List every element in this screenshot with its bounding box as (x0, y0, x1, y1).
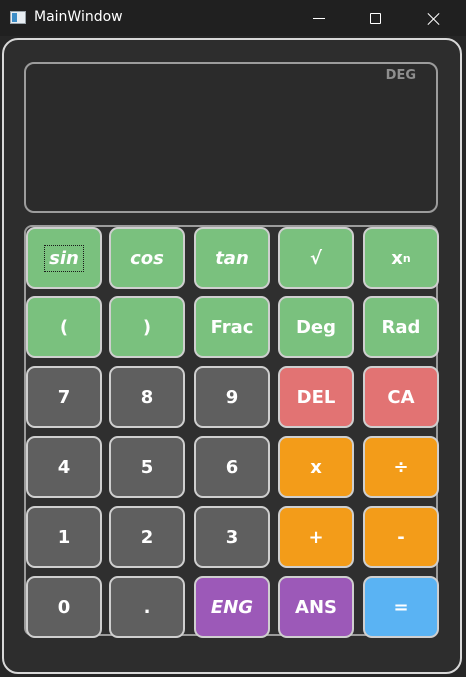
angle-mode-indicator: DEG (385, 68, 416, 83)
title-bar[interactable]: MainWindow (0, 0, 466, 36)
cos-button[interactable]: cos (109, 227, 185, 289)
left-paren-button[interactable]: ( (26, 296, 102, 358)
power-exponent-label: n (402, 251, 411, 265)
digit-6-button[interactable]: 6 (194, 436, 270, 498)
answer-button[interactable]: ANS (278, 576, 354, 638)
close-button[interactable] (410, 0, 456, 36)
radian-button[interactable]: Rad (363, 296, 439, 358)
power-base-label: x (391, 247, 403, 269)
digit-7-button[interactable]: 7 (26, 366, 102, 428)
decimal-point-button[interactable]: . (109, 576, 185, 638)
multiply-button[interactable]: x (278, 436, 354, 498)
square-root-button[interactable]: √ (278, 227, 354, 289)
right-paren-button[interactable]: ) (109, 296, 185, 358)
maximize-button[interactable] (352, 0, 398, 36)
engineering-notation-button[interactable]: ENG (194, 576, 270, 638)
close-icon (427, 12, 440, 25)
sin-button[interactable]: sin (26, 227, 102, 289)
keypad: sin cos tan √ xn ( ) Frac Deg Rad 7 8 9 … (24, 225, 439, 638)
window-title: MainWindow (34, 9, 123, 25)
subtract-button[interactable]: - (363, 506, 439, 568)
clear-all-button[interactable]: CA (363, 366, 439, 428)
digit-0-button[interactable]: 0 (26, 576, 102, 638)
digit-5-button[interactable]: 5 (109, 436, 185, 498)
digit-4-button[interactable]: 4 (26, 436, 102, 498)
digit-8-button[interactable]: 8 (109, 366, 185, 428)
divide-button[interactable]: ÷ (363, 436, 439, 498)
degree-button[interactable]: Deg (278, 296, 354, 358)
digit-3-button[interactable]: 3 (194, 506, 270, 568)
main-window: MainWindow DEG sin cos tan √ xn ( ) Frac… (0, 0, 466, 677)
tan-button[interactable]: tan (194, 227, 270, 289)
add-button[interactable]: + (278, 506, 354, 568)
sin-label: sin (44, 244, 84, 272)
power-button[interactable]: xn (363, 227, 439, 289)
minimize-button[interactable] (296, 0, 342, 36)
minimize-icon (313, 17, 325, 19)
digit-2-button[interactable]: 2 (109, 506, 185, 568)
app-window-icon (10, 11, 26, 24)
calculator-display: DEG (24, 62, 438, 213)
maximize-icon (369, 12, 381, 24)
equals-button[interactable]: = (363, 576, 439, 638)
digit-9-button[interactable]: 9 (194, 366, 270, 428)
fraction-button[interactable]: Frac (194, 296, 270, 358)
digit-1-button[interactable]: 1 (26, 506, 102, 568)
delete-button[interactable]: DEL (278, 366, 354, 428)
